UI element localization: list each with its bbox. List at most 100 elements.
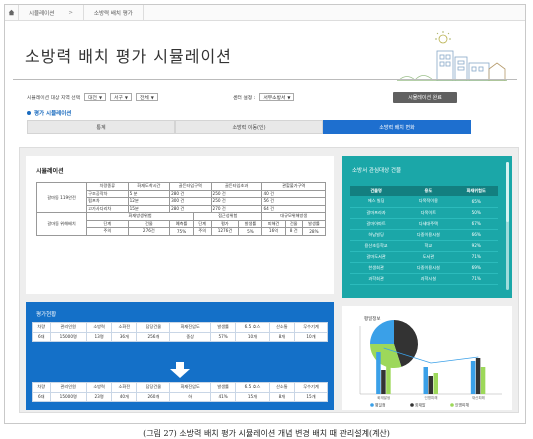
breadcrumb-item-simulation[interactable]: 시뮬레이션 >: [19, 5, 84, 21]
table-cell: 다세대주택: [402, 218, 455, 230]
table-cell: 15개: [293, 391, 329, 402]
tab-force-movement[interactable]: 소방력 이동(인): [175, 120, 323, 134]
table-cell: 6.5 호스: [235, 382, 270, 393]
table-cell: 관리인원: [49, 322, 87, 333]
chevron-down-icon: ▼: [150, 94, 154, 100]
table-cell: 하남빌딩: [350, 229, 403, 241]
table-cell: 학교: [402, 240, 455, 252]
sido-select[interactable]: 대전 ▼: [84, 93, 107, 101]
table-cell: 10개: [293, 331, 329, 342]
home-button[interactable]: [5, 5, 19, 21]
breadcrumb-label: 소방력 배치 평가: [93, 10, 133, 17]
table-header: 예측률: [169, 219, 194, 228]
interest-buildings-table: 건물명 용도 화재위험도 에스 빌딩 다목적이용 65% 갈마프라자 다목이트 50% 갈마…: [350, 186, 498, 285]
table-header: 관할불가구역: [261, 182, 326, 191]
table-cell: 담당건물: [136, 322, 171, 333]
page-title: 소방력 배치 평가 시뮬레이션: [25, 47, 232, 66]
table-header: 골든타임구역: [169, 182, 212, 191]
table-header-row: 건물명 용도 화재위험도: [350, 186, 498, 196]
table-header: 건물: [284, 219, 303, 228]
table-cell: 차량: [32, 382, 51, 393]
table-cell: 8개: [268, 331, 295, 342]
table-cell: 과학회관: [350, 273, 403, 285]
center-filter: 센터 설정 : 서부소방서 ▼: [233, 93, 295, 101]
chevron-down-icon: ▼: [98, 94, 103, 100]
table-cell: 담당건물: [136, 382, 171, 393]
table-cell: 6.5 호스: [235, 322, 270, 333]
table-cell: 57%: [210, 331, 237, 342]
table-cell: 40 건: [261, 189, 326, 198]
table-header: 화재위험도: [454, 186, 498, 196]
breadcrumb-item-current[interactable]: 소방력 배치 평가: [84, 5, 144, 21]
scrollbar[interactable]: [506, 162, 509, 290]
table-row[interactable]: 에스 빌딩 다목적이용 65%: [350, 196, 498, 208]
table-cell: 화재진압도: [169, 322, 212, 333]
table-row[interactable]: 갈마프라자 다목이트 50%: [350, 207, 498, 219]
table-header-row: 차량 관리인원 소방력 소화전 담당건물 화재진압도 발생률 6.5 호스 산소통 무수기계: [32, 322, 329, 333]
table-cell: 8개: [268, 391, 295, 402]
table-cell: 관리인원: [49, 382, 87, 393]
chart-bar: [480, 367, 486, 394]
table-header: 건물명: [350, 186, 403, 196]
table-row[interactable]: 하남빌딩 다중이용시설 66%: [350, 229, 498, 241]
scrollbar-thumb[interactable]: [506, 162, 509, 222]
legend-label: 인명피해: [455, 403, 469, 408]
figure-caption: (그림 27) 소방력 배치 평가 시뮬레이션 개념 변경 배치 때 관리설계(…: [143, 429, 390, 438]
table-cell: 66%: [454, 229, 498, 241]
table-cell: 75%: [169, 227, 194, 236]
chevron-down-icon: ▼: [287, 94, 291, 100]
table-cell: 67%: [454, 218, 498, 230]
table-cell: 5%: [238, 227, 263, 236]
table-header-row: 차량 관리인원 소방력 소화전 담당건물 화재진압도 발생률 6.5 호스 산소통 무수기계: [32, 382, 329, 393]
legend-marker: [410, 403, 414, 407]
table-cell: 소방력: [85, 322, 113, 333]
table-cell: 다목적이용: [402, 196, 455, 208]
table-cell: 15개: [235, 391, 270, 402]
table-cell: 13명: [85, 331, 113, 342]
panel-title: 시뮬레이션: [36, 168, 64, 175]
complete-simulation-button[interactable]: 시뮬레이션 완료: [393, 92, 457, 103]
table-cell: 1276건: [210, 227, 240, 236]
center-select[interactable]: 서부소방서 ▼: [259, 93, 295, 101]
table-cell: 280 건: [169, 204, 212, 213]
chart-bar: [423, 367, 428, 394]
sigungu-select[interactable]: 서구 ▼: [110, 93, 132, 101]
table-cell: 10개: [235, 331, 270, 342]
tab-force-placement[interactable]: 소방력 배치 변화: [323, 120, 471, 134]
region-filter: 시뮬레이션 대상 지역 선택 대전 ▼ 서구 ▼ 전체 ▼: [27, 93, 158, 101]
breadcrumb: 시뮬레이션 > 소방력 배치 평가: [5, 5, 525, 21]
tab-statistics[interactable]: 통계: [27, 120, 175, 134]
evaluation-before-table: 차량 관리인원 소방력 소화전 담당건물 화재진압도 발생률 6.5 호스 산소통 무수기계 6대…: [32, 322, 329, 342]
table-cell: 6대: [32, 331, 51, 342]
table-cell: 65%: [454, 196, 498, 208]
table-row[interactable]: 갈마도서관 도서관 71%: [350, 251, 498, 263]
table-row[interactable]: 과학회관 과학시설 71%: [350, 273, 498, 285]
table-cell: 64 건: [261, 204, 326, 213]
table-row[interactable]: 용산초등학교 학교 92%: [350, 240, 498, 252]
section-label-text: 평가 시뮬레이션: [34, 111, 72, 117]
scope-select[interactable]: 전체 ▼: [135, 93, 158, 101]
table-cell: 16억: [261, 227, 286, 236]
table-cell: 에스 빌딩: [350, 196, 403, 208]
table-header: 화재도착시간: [127, 182, 171, 191]
table-cell: 발생률: [210, 322, 237, 333]
table-cell: 15000명: [49, 391, 87, 402]
table-cell: 무수기계: [293, 382, 329, 393]
table-cell: 260개: [136, 391, 171, 402]
x-tick-label: 인명피해: [425, 395, 438, 400]
table-cell: 15분: [127, 204, 171, 213]
legend-label: 화재발: [415, 403, 426, 408]
table-row[interactable]: 한생회관 다중이용시설 69%: [350, 262, 498, 274]
table-cell: 50%: [454, 207, 498, 219]
legend-label: 평일정: [375, 403, 386, 408]
evaluation-after-table: 차량 관리인원 소방력 소화전 담당건물 화재진압도 발생률 6.5 호스 산소통 무수기계 6대…: [32, 382, 329, 402]
chart-bar: [381, 370, 386, 394]
table-header: 차량종류: [86, 182, 129, 191]
table-header: 단계: [86, 219, 129, 228]
table-cell: 산소통: [268, 382, 295, 393]
table-cell: 15000명: [49, 331, 87, 342]
table-row[interactable]: 갈마아파트 다세대주택 67%: [350, 218, 498, 230]
table-cell: 6대: [32, 391, 51, 402]
chevron-right-icon: >: [68, 9, 73, 16]
table-cell: 소화전: [111, 322, 138, 333]
